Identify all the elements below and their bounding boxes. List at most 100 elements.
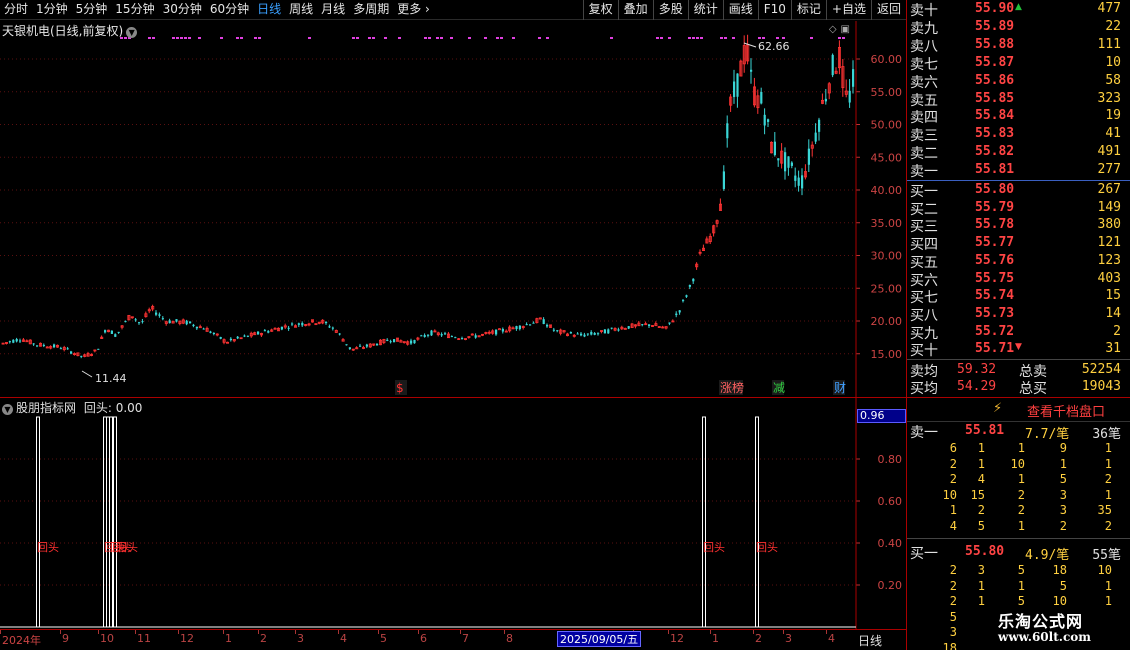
candle-body-down <box>576 333 579 335</box>
bid-level-row[interactable]: 买四 55.77 121 <box>907 234 1130 253</box>
event-marker <box>668 37 671 39</box>
back-button[interactable]: 返回 <box>870 0 906 20</box>
date-tick <box>223 630 224 634</box>
ask-level-row[interactable]: 卖七 55.87 10 <box>907 54 1130 73</box>
candlestick-chart[interactable]: 60.00 55.00 50.00 45.00 40.00 35.00 30.00 25.00… <box>0 21 906 397</box>
date-label: 2 <box>260 632 267 645</box>
bid-level-volume: 123 <box>1097 252 1121 268</box>
bid-level-price: 55.80 <box>975 182 1015 197</box>
event-marker <box>152 37 155 39</box>
tab-intraday[interactable]: 分时 <box>0 0 32 20</box>
event-marker <box>172 37 175 39</box>
chevron-down-icon[interactable]: ▼ <box>126 27 138 38</box>
bid-level-row[interactable]: 买六 55.75 403 <box>907 270 1130 289</box>
bid-level-row[interactable]: 买九 55.72 2 <box>907 323 1130 342</box>
period-toolbar: 分时 1分钟 5分钟 15分钟 30分钟 60分钟 日线 周线 月线 多周期 更… <box>0 0 906 20</box>
f10-button[interactable]: F10 <box>757 0 791 20</box>
statistics-button[interactable]: 统计 <box>687 0 723 20</box>
draw-line-button[interactable]: 画线 <box>722 0 758 20</box>
date-tick <box>378 630 379 634</box>
diamond-icon[interactable]: ◇ <box>829 24 841 35</box>
window-icon[interactable]: ▣ <box>841 24 854 35</box>
candle-body-down <box>552 329 555 331</box>
date-tick <box>504 630 505 634</box>
tab-1min[interactable]: 1分钟 <box>32 0 72 20</box>
add-watchlist-button[interactable]: +自选 <box>825 0 871 20</box>
bid-level-volume: 2 <box>1113 323 1121 339</box>
bid-queue-price: 55.80 <box>965 544 1005 559</box>
queue-cell: 3 <box>977 563 985 577</box>
candle-body-down <box>423 335 426 337</box>
bid-level-price: 55.78 <box>975 217 1015 233</box>
bid-level-row[interactable]: 买七 55.74 15 <box>907 287 1130 306</box>
ask-level-row[interactable]: 卖一 55.81 277 <box>907 161 1130 180</box>
bid-level-row[interactable]: 买五 55.76 123 <box>907 252 1130 271</box>
mark-button[interactable]: 标记 <box>790 0 826 20</box>
period-label: 日线 <box>858 634 883 648</box>
queue-cell: 35 <box>1097 503 1112 517</box>
price-axis-label: 20.00 <box>871 315 903 328</box>
tab-15min[interactable]: 15分钟 <box>111 0 158 20</box>
bid-level-row[interactable]: 买二 55.79 149 <box>907 199 1130 218</box>
bid-level-row[interactable]: 买八 55.73 14 <box>907 305 1130 324</box>
candle-body-down <box>138 322 141 324</box>
ask-level-row[interactable]: 卖三 55.83 41 <box>907 125 1130 144</box>
overlay-button[interactable]: 叠加 <box>617 0 653 20</box>
bid-level-row[interactable]: 买三 55.78 380 <box>907 216 1130 235</box>
indicator-panel[interactable]: 0.80 0.60 0.40 0.20 回头 回头 回头 回头 回头 回头 ▼ 股朋指标网 回头: … <box>0 397 906 630</box>
tab-multi-period[interactable]: 多周期 <box>349 0 393 20</box>
candle-body-down <box>610 327 613 329</box>
view-depth-button[interactable]: 查看千档盘口 <box>1027 401 1105 420</box>
event-marker <box>180 37 183 39</box>
restore-rights-button[interactable]: 复权 <box>582 0 618 20</box>
chart-settings-icons[interactable]: ◇▣ <box>829 24 854 35</box>
bid-level-row[interactable]: 买一 55.80 267 <box>907 181 1130 200</box>
ask-level-row[interactable]: 卖八 55.88 111 <box>907 36 1130 55</box>
event-marker <box>782 37 785 39</box>
bid-level-volume: 149 <box>1097 199 1121 215</box>
date-tick <box>0 630 1 634</box>
candle-body-down <box>450 336 453 338</box>
tab-60min[interactable]: 60分钟 <box>206 0 253 20</box>
date-label: 9 <box>62 632 69 645</box>
queue-cell: 1 <box>1017 441 1025 455</box>
tool-buttons: 复权 叠加 多股 统计 画线 F10 标记 +自选 返回 <box>582 0 906 20</box>
candle-body-down <box>376 344 379 346</box>
indicator-value-label: 回头: <box>83 401 112 415</box>
ask-level-row[interactable]: 卖九 55.89 22 <box>907 18 1130 37</box>
bid-level-price: 55.72 <box>975 323 1015 339</box>
tab-5min[interactable]: 5分钟 <box>72 0 112 20</box>
event-marker <box>308 37 311 39</box>
ask-level-price: 55.83 <box>975 126 1015 142</box>
chevron-down-icon[interactable]: ▼ <box>2 404 13 415</box>
price-axis-label: 15.00 <box>871 348 903 361</box>
ask-level-row[interactable]: 卖二 55.82 491 <box>907 143 1130 162</box>
date-label: 4 <box>340 632 347 645</box>
tab-30min[interactable]: 30分钟 <box>159 0 206 20</box>
tab-monthly[interactable]: 月线 <box>317 0 349 20</box>
tab-more[interactable]: 更多 › <box>393 0 434 20</box>
ask-level-row[interactable]: 卖十 55.90 ▲ 477 <box>907 0 1130 19</box>
event-marker <box>198 37 201 39</box>
bid-level-row[interactable]: 买十 55.71 ▼ 31 <box>907 340 1130 359</box>
candle-body-down <box>301 322 304 326</box>
candle-body-down <box>243 335 246 337</box>
ask-queue-per-order: 7.7/笔 <box>1025 427 1070 442</box>
candle-body-down <box>168 320 171 324</box>
bid-avg-label: 买均 <box>910 381 938 397</box>
ask-level-row[interactable]: 卖四 55.84 19 <box>907 107 1130 126</box>
ask-level-row[interactable]: 卖六 55.86 58 <box>907 72 1130 91</box>
ask-level-volume: 41 <box>1105 126 1121 142</box>
ask-level-row[interactable]: 卖五 55.85 323 <box>907 90 1130 109</box>
price-axis-label: 40.00 <box>871 184 903 197</box>
tab-daily[interactable]: 日线 <box>253 0 285 20</box>
tab-weekly[interactable]: 周线 <box>285 0 317 20</box>
multi-stock-button[interactable]: 多股 <box>652 0 688 20</box>
queue-cell: 1 <box>1104 456 1112 471</box>
ask-summary-row: 卖均 59.32 总卖 52254 <box>907 361 1130 380</box>
candle-body-down <box>784 152 787 172</box>
candle-body-down <box>685 295 688 297</box>
candle-body-down <box>202 328 205 330</box>
ask-level-price: 55.89 <box>975 18 1015 34</box>
date-label: 2 <box>755 632 762 645</box>
